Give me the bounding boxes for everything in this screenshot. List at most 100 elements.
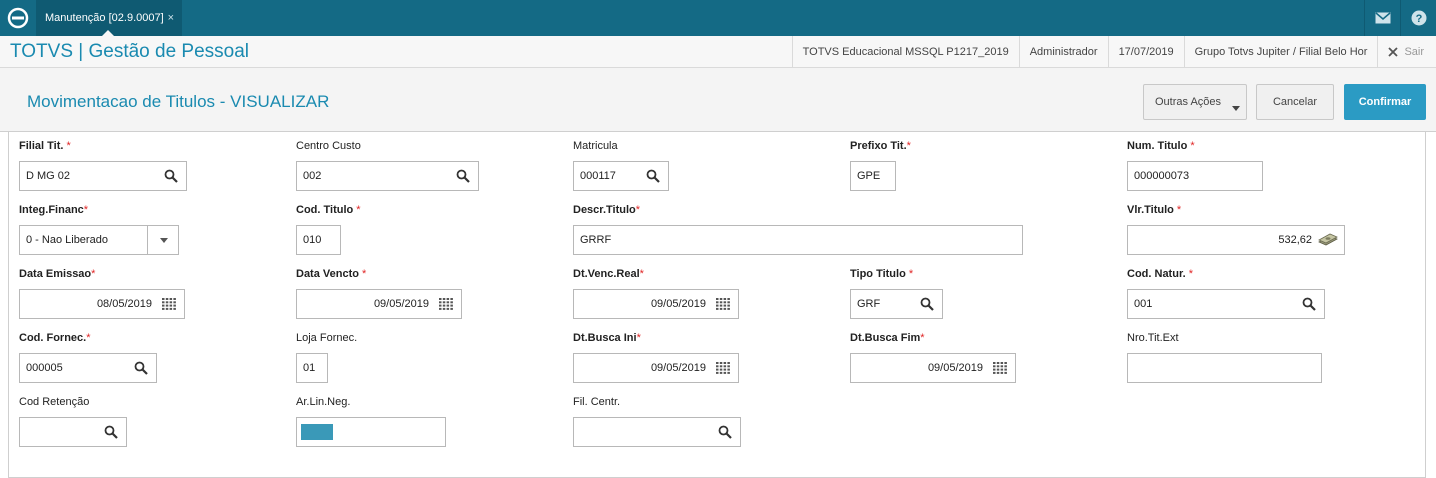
field-label: Nro.Tit.Ext — [1127, 332, 1179, 344]
field-label: Dt.Busca Ini* — [573, 332, 641, 344]
session-info: TOTVS Educacional MSSQL P1217_2019 Admin… — [791, 36, 1436, 68]
search-icon[interactable] — [164, 169, 178, 183]
data-emissao-input[interactable]: 08/05/2019 — [19, 289, 185, 319]
fil-centr-input[interactable] — [573, 417, 741, 447]
totvs-logo-icon[interactable] — [6, 6, 30, 30]
field-label: Prefixo Tit.* — [850, 140, 911, 152]
loja-fornec-input[interactable]: 01 — [296, 353, 328, 383]
field-cod-fornec: Cod. Fornec.* 000005 — [19, 331, 157, 383]
environment-label: TOTVS Educacional MSSQL P1217_2019 — [791, 36, 1019, 68]
field-label: Ar.Lin.Neg. — [296, 396, 351, 408]
search-icon[interactable] — [718, 425, 732, 439]
field-cod-titulo: Cod. Titulo * 010 — [296, 203, 361, 255]
page-title: Movimentacao de Titulos - VISUALIZAR — [27, 92, 330, 111]
app-header: TOTVS | Gestão de Pessoal TOTVS Educacio… — [0, 36, 1436, 68]
close-icon — [1388, 47, 1399, 57]
field-prefixo-tit: Prefixo Tit.* GPE — [850, 139, 911, 191]
chevron-down-icon[interactable] — [160, 238, 168, 243]
calendar-icon[interactable] — [993, 362, 1007, 374]
search-icon[interactable] — [1302, 297, 1316, 311]
other-actions-button[interactable]: Outras Ações — [1143, 84, 1247, 120]
field-label: Cod. Natur. * — [1127, 268, 1194, 280]
field-num-titulo: Num. Titulo * 000000073 — [1127, 139, 1263, 191]
field-label: Integ.Financ* — [19, 204, 89, 216]
field-fil-centr: Fil. Centr. — [573, 395, 741, 447]
field-label: Centro Custo — [296, 140, 361, 152]
field-data-emissao: Data Emissao* 08/05/2019 — [19, 267, 185, 319]
field-label: Cod. Titulo * — [296, 204, 361, 216]
search-icon[interactable] — [134, 361, 148, 375]
field-cod-natur: Cod. Natur. * 001 — [1127, 267, 1325, 319]
cod-natur-input[interactable]: 001 — [1127, 289, 1325, 319]
cod-retencao-input[interactable] — [19, 417, 127, 447]
centro-custo-input[interactable]: 002 — [296, 161, 479, 191]
color-swatch — [301, 424, 333, 440]
chevron-down-icon — [1232, 106, 1240, 111]
search-icon[interactable] — [456, 169, 470, 183]
field-label: Dt.Venc.Real* — [573, 268, 644, 280]
money-icon[interactable] — [1318, 233, 1338, 247]
branch-label: Grupo Totvs Jupiter / Filial Belo Hor — [1183, 36, 1378, 68]
field-matricula: Matricula 000117 — [573, 139, 669, 191]
app-title: TOTVS | Gestão de Pessoal — [10, 41, 250, 62]
tipo-titulo-input[interactable]: GRF — [850, 289, 943, 319]
cod-titulo-input[interactable]: 010 — [296, 225, 341, 255]
field-tipo-titulo: Tipo Titulo * GRF — [850, 267, 943, 319]
ar-lin-neg-input[interactable] — [296, 417, 446, 447]
svg-text:?: ? — [1415, 13, 1422, 25]
field-loja-fornec: Loja Fornec. 01 — [296, 331, 358, 383]
select-divider — [147, 226, 148, 254]
data-vencto-input[interactable]: 09/05/2019 — [296, 289, 462, 319]
confirm-button[interactable]: Confirmar — [1344, 84, 1426, 120]
field-label: Descr.Titulo* — [573, 204, 641, 216]
field-label: Fil. Centr. — [573, 396, 621, 408]
field-centro-custo: Centro Custo 002 — [296, 139, 479, 191]
mail-icon[interactable] — [1364, 0, 1400, 36]
filial-tit-input[interactable]: D MG 02 — [19, 161, 187, 191]
tab-close-icon[interactable]: × — [168, 0, 174, 36]
matricula-input[interactable]: 000117 — [573, 161, 669, 191]
field-ar-lin-neg: Ar.Lin.Neg. — [296, 395, 446, 447]
field-data-vencto: Data Vencto * 09/05/2019 — [296, 267, 462, 319]
form-panel: Filial Tit. * D MG 02 Centro Custo 002 M… — [8, 132, 1426, 478]
cancel-button[interactable]: Cancelar — [1256, 84, 1334, 120]
search-icon[interactable] — [104, 425, 118, 439]
vlr-titulo-input[interactable]: 532,62 — [1127, 225, 1345, 255]
calendar-icon[interactable] — [716, 298, 730, 310]
field-integ-financ: Integ.Financ* 0 - Nao Liberado — [19, 203, 179, 255]
nro-tit-ext-input[interactable] — [1127, 353, 1322, 383]
field-label: Loja Fornec. — [296, 332, 358, 344]
dt-busca-ini-input[interactable]: 09/05/2019 — [573, 353, 739, 383]
page-header: Movimentacao de Titulos - VISUALIZAR Out… — [0, 68, 1436, 132]
calendar-icon[interactable] — [162, 298, 176, 310]
field-label: Tipo Titulo * — [850, 268, 914, 280]
prefixo-tit-input[interactable]: GPE — [850, 161, 896, 191]
integ-financ-select[interactable]: 0 - Nao Liberado — [19, 225, 179, 255]
field-label: Cod Retenção — [19, 396, 90, 408]
search-icon[interactable] — [646, 169, 660, 183]
search-icon[interactable] — [920, 297, 934, 311]
calendar-icon[interactable] — [439, 298, 453, 310]
dt-busca-fim-input[interactable]: 09/05/2019 — [850, 353, 1016, 383]
logout-button[interactable]: Sair — [1377, 36, 1436, 68]
descr-titulo-input[interactable]: GRRF — [573, 225, 1023, 255]
other-actions-label: Outras Ações — [1155, 96, 1222, 108]
field-dt-busca-fim: Dt.Busca Fim* 09/05/2019 — [850, 331, 1016, 383]
field-label: Data Vencto * — [296, 268, 367, 280]
field-vlr-titulo: Vlr.Titulo * 532,62 — [1127, 203, 1345, 255]
field-cod-retencao: Cod Retenção — [19, 395, 127, 447]
num-titulo-input[interactable]: 000000073 — [1127, 161, 1263, 191]
calendar-icon[interactable] — [716, 362, 730, 374]
field-dt-venc-real: Dt.Venc.Real* 09/05/2019 — [573, 267, 739, 319]
field-label: Data Emissao* — [19, 268, 96, 280]
field-nro-tit-ext: Nro.Tit.Ext — [1127, 331, 1322, 383]
top-right-icons: ? — [1364, 0, 1436, 36]
field-dt-busca-ini: Dt.Busca Ini* 09/05/2019 — [573, 331, 739, 383]
cod-fornec-input[interactable]: 000005 — [19, 353, 157, 383]
dt-venc-real-input[interactable]: 09/05/2019 — [573, 289, 739, 319]
help-icon[interactable]: ? — [1400, 0, 1436, 36]
field-label: Num. Titulo * — [1127, 140, 1195, 152]
field-label: Cod. Fornec.* — [19, 332, 91, 344]
field-filial-tit: Filial Tit. * D MG 02 — [19, 139, 187, 191]
field-label: Filial Tit. * — [19, 140, 71, 152]
